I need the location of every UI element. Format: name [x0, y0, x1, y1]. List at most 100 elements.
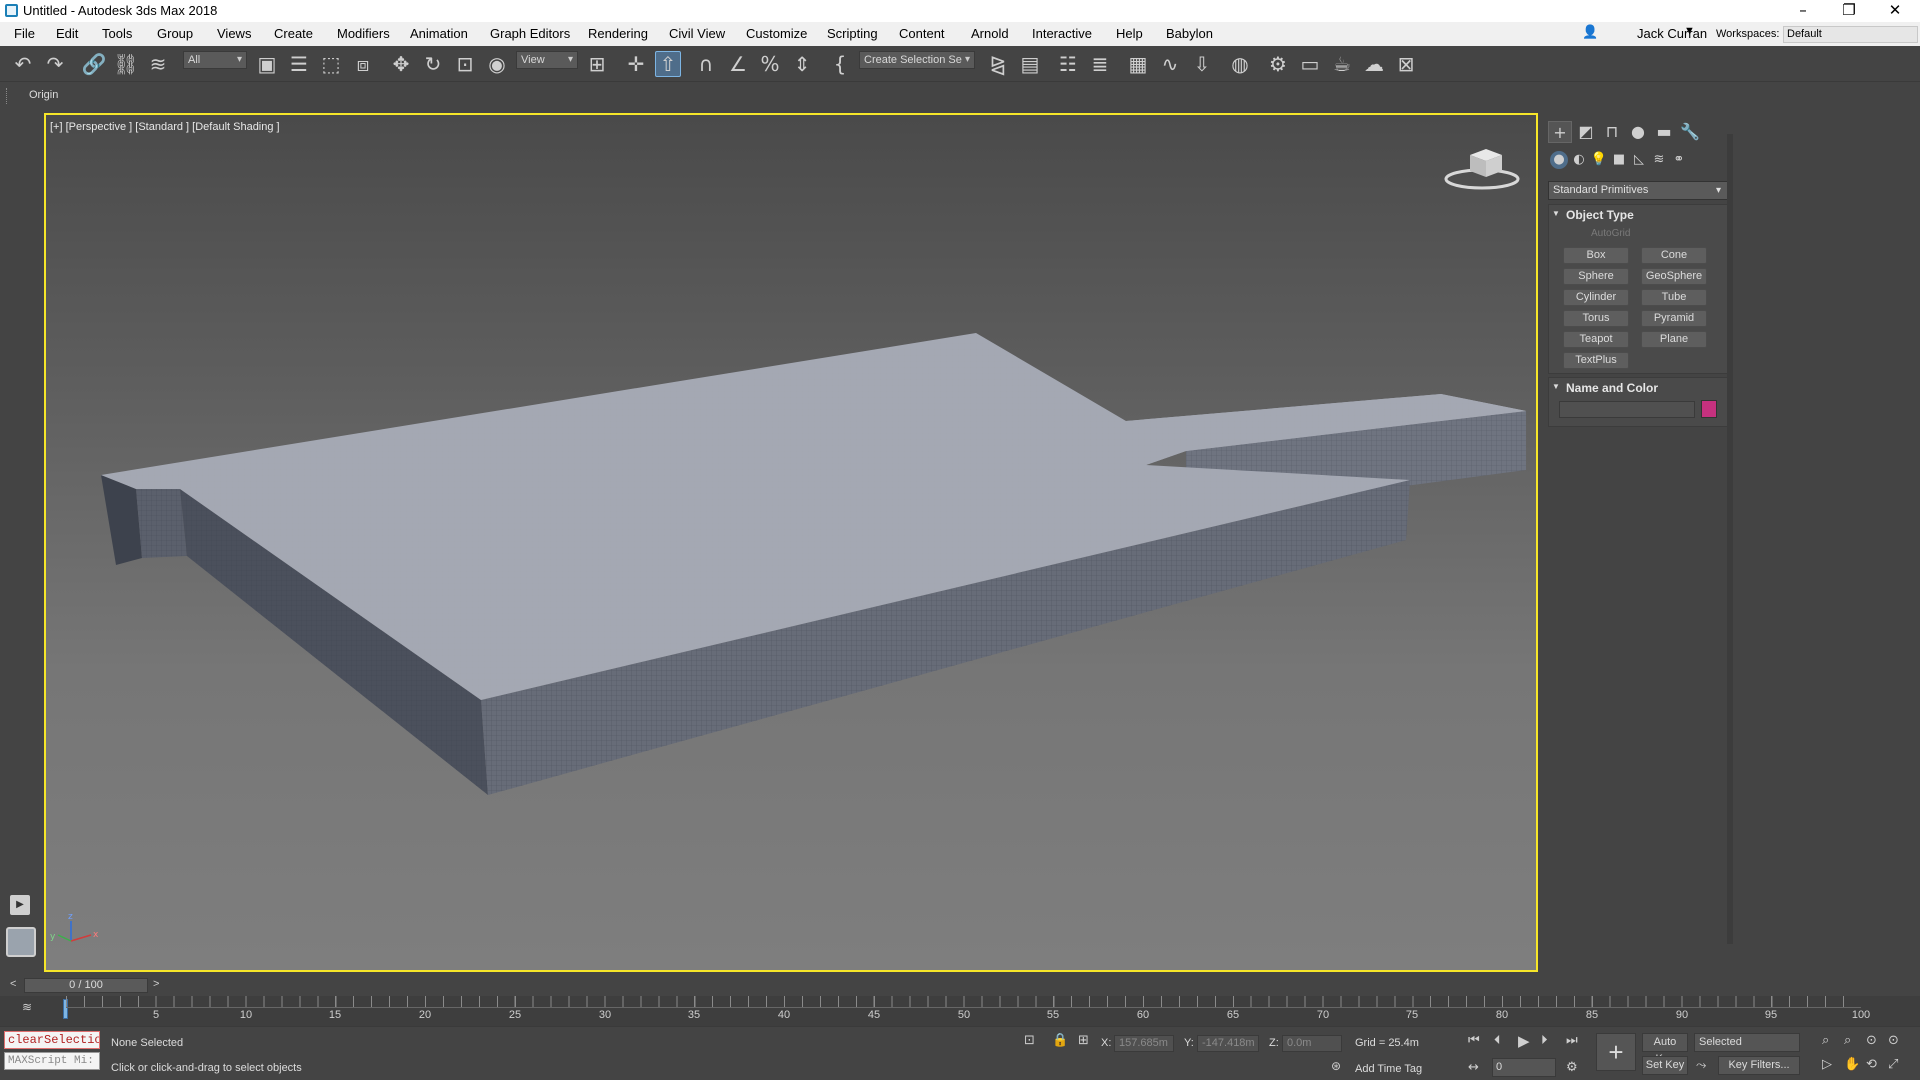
reference-coordinate-dropdown[interactable]: View [516, 51, 578, 69]
next-frame-icon[interactable]: ⏵ [1541, 1033, 1548, 1048]
move-icon[interactable]: ✥ [388, 51, 414, 77]
cameras-icon[interactable]: ■ [1610, 151, 1628, 169]
menu-animation[interactable]: Animation [410, 26, 468, 41]
spinner-snap-icon[interactable]: ⇕ [789, 51, 815, 77]
time-configuration-icon[interactable]: ⚙ [1566, 1060, 1578, 1075]
absolute-mode-icon[interactable]: ⊞ [1078, 1033, 1089, 1048]
menu-group[interactable]: Group [157, 26, 193, 41]
rollout-collapse-icon[interactable]: ▼ [1552, 382, 1560, 391]
create-tab-icon[interactable]: + [1548, 121, 1572, 143]
selection-filter-dropdown[interactable]: All [183, 51, 247, 69]
place-icon[interactable]: ◉ [484, 51, 510, 77]
select-object-icon[interactable]: ▣ [254, 51, 280, 77]
lights-icon[interactable]: 💡 [1590, 151, 1608, 169]
link-icon[interactable]: 🔗 [81, 51, 107, 77]
menu-graph-editors[interactable]: Graph Editors [490, 26, 570, 41]
bind-space-warp-icon[interactable]: ≋ [145, 51, 171, 77]
layer-explorer-icon[interactable]: ≣ [1087, 51, 1113, 77]
viewport-label[interactable]: [+] [Perspective ] [Standard ] [Default … [50, 121, 280, 133]
track-bar[interactable]: ≋ 5 10 15 20 25 30 35 40 45 50 55 60 65 … [0, 996, 1920, 1026]
prev-frame-icon[interactable]: < [10, 978, 16, 990]
menu-views[interactable]: Views [217, 26, 251, 41]
go-to-start-icon[interactable]: ⏮ [1468, 1033, 1480, 1048]
render-setup-icon[interactable]: ⚙ [1265, 51, 1291, 77]
angle-snap-icon[interactable]: ∠ [725, 51, 751, 77]
curve-editor-mini-icon[interactable]: ≋ [22, 1000, 32, 1014]
a360-gallery-icon[interactable]: ⊠ [1393, 51, 1419, 77]
menu-arnold[interactable]: Arnold [971, 26, 1009, 41]
pyramid-button[interactable]: Pyramid [1641, 310, 1707, 327]
go-to-end-icon[interactable]: ⏭ [1566, 1033, 1578, 1048]
menu-edit[interactable]: Edit [56, 26, 78, 41]
cylinder-button[interactable]: Cylinder [1563, 289, 1629, 306]
key-selection-dropdown[interactable]: Selected [1694, 1033, 1800, 1052]
utilities-tab-icon[interactable]: 🔧 [1678, 121, 1702, 143]
textplus-button[interactable]: TextPlus [1563, 352, 1629, 369]
viewport-layout-thumbnail[interactable] [6, 927, 36, 957]
tube-button[interactable]: Tube [1641, 289, 1707, 306]
frame-counter[interactable]: 0 / 100 [24, 978, 148, 993]
menu-civil-view[interactable]: Civil View [669, 26, 725, 41]
keyboard-shortcut-override-icon[interactable]: ⇧ [655, 51, 681, 77]
menu-modifiers[interactable]: Modifiers [337, 26, 390, 41]
name-and-color-title[interactable]: Name and Color [1566, 381, 1658, 395]
close-button[interactable]: ✕ [1872, 0, 1918, 22]
cone-button[interactable]: Cone [1641, 247, 1707, 264]
shapes-icon[interactable]: ◐ [1570, 151, 1588, 169]
maxscript-listener-output[interactable]: clearSelectio [4, 1031, 100, 1049]
maximize-viewport-icon[interactable]: ⤢ [1888, 1057, 1898, 1072]
select-manipulate-icon[interactable]: ✛ [623, 51, 649, 77]
key-filters-button[interactable]: Key Filters... [1718, 1056, 1800, 1075]
object-name-field[interactable] [1559, 401, 1695, 418]
plane-button[interactable]: Plane [1641, 331, 1707, 348]
rollout-collapse-icon[interactable]: ▼ [1552, 209, 1560, 218]
snaps-toggle-icon[interactable]: ∩ [693, 51, 719, 77]
hierarchy-tab-icon[interactable]: ⊓ [1600, 121, 1624, 143]
set-key-button[interactable]: Set Key [1642, 1056, 1688, 1075]
time-tag-icon[interactable]: ⊛ [1331, 1059, 1341, 1073]
zoom-all-icon[interactable]: ⌕ [1844, 1033, 1851, 1048]
torus-button[interactable]: Torus [1563, 310, 1629, 327]
rotate-icon[interactable]: ↻ [420, 51, 446, 77]
maxscript-mini-listener[interactable]: MAXScript Mi: [4, 1052, 100, 1070]
systems-icon[interactable]: ⚭ [1670, 151, 1688, 169]
scene-explorer-icon[interactable]: ☷ [1055, 51, 1081, 77]
zoom-icon[interactable]: ⌕ [1822, 1033, 1829, 1048]
default-in-out-tangents-icon[interactable]: ⤳ [1696, 1058, 1706, 1073]
rectangular-selection-icon[interactable]: ⬚ [318, 51, 344, 77]
autogrid-checkbox[interactable]: AutoGrid [1591, 228, 1630, 239]
helpers-icon[interactable]: ◺ [1630, 151, 1648, 169]
zoom-extents-all-icon[interactable]: ⊙ [1888, 1033, 1899, 1048]
selection-lock-icon[interactable]: 🔒 [1052, 1033, 1068, 1048]
mirror-icon[interactable]: ⧎ [985, 51, 1011, 77]
menu-file[interactable]: File [14, 26, 35, 41]
window-crossing-icon[interactable]: ⧈ [350, 51, 376, 77]
expand-layout-icon[interactable]: ▶ [10, 895, 30, 915]
unlink-icon[interactable]: ⛓ [113, 51, 139, 77]
next-frame-icon[interactable]: > [153, 978, 159, 990]
align-icon[interactable]: ▤ [1017, 51, 1043, 77]
menu-create[interactable]: Create [274, 26, 313, 41]
menu-customize[interactable]: Customize [746, 26, 807, 41]
space-warps-icon[interactable]: ≋ [1650, 151, 1668, 169]
menu-tools[interactable]: Tools [102, 26, 132, 41]
edit-named-selection-icon[interactable]: { [827, 51, 853, 77]
object-color-swatch[interactable] [1701, 400, 1717, 418]
x-coordinate-field[interactable]: 157.685m [1114, 1035, 1174, 1052]
auto-key-button[interactable]: Auto Key [1642, 1033, 1688, 1065]
ribbon-grip[interactable] [6, 88, 8, 104]
menu-scripting[interactable]: Scripting [827, 26, 878, 41]
toggle-ribbon-icon[interactable]: ▦ [1125, 51, 1151, 77]
menu-babylon[interactable]: Babylon [1166, 26, 1213, 41]
scale-icon[interactable]: ⊡ [452, 51, 478, 77]
perspective-viewport[interactable]: z x y [+] [Perspective ] [Standard ] [De… [44, 113, 1538, 972]
add-time-tag[interactable]: Add Time Tag [1355, 1063, 1422, 1075]
workspaces-dropdown[interactable]: Default [1783, 26, 1918, 43]
zoom-extents-icon[interactable]: ⊙ [1866, 1033, 1877, 1048]
select-by-name-icon[interactable]: ☰ [286, 51, 312, 77]
pivot-center-icon[interactable]: ⊞ [584, 51, 610, 77]
render-in-cloud-icon[interactable]: ☁ [1361, 51, 1387, 77]
play-icon[interactable]: ▶ [1518, 1032, 1530, 1050]
previous-frame-icon[interactable]: ⏴ [1494, 1033, 1501, 1048]
render-production-icon[interactable]: ☕ [1329, 51, 1355, 77]
